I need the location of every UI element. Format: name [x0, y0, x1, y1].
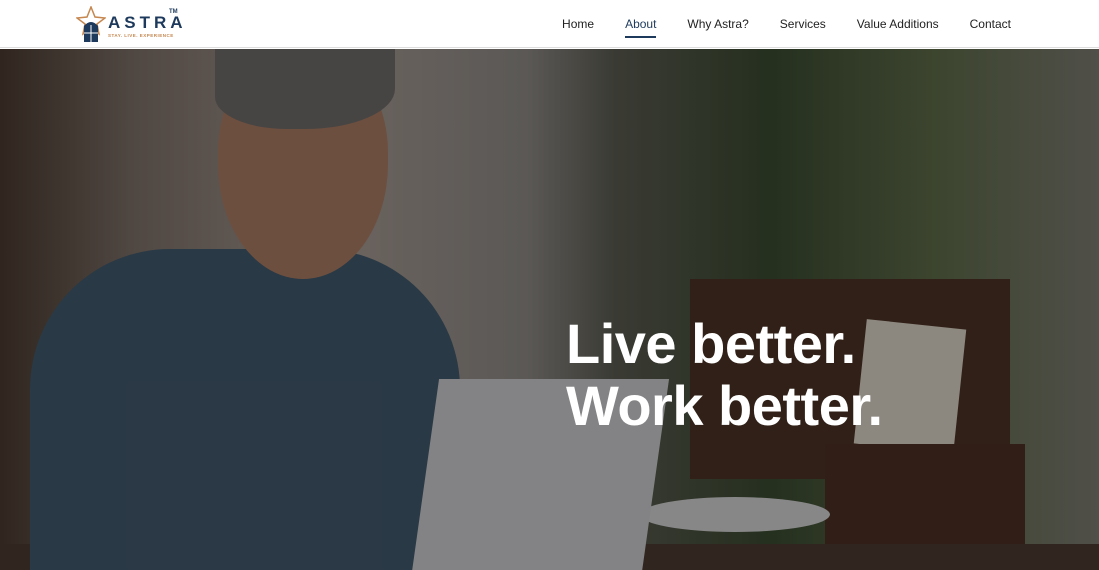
headline-line-1: Live better. — [566, 312, 856, 375]
nav-services[interactable]: Services — [780, 17, 826, 38]
star-house-icon — [75, 4, 107, 42]
logo-trademark: TM — [169, 9, 178, 15]
nav-why-astra[interactable]: Why Astra? — [687, 17, 748, 38]
logo-tagline: STAY. LIVE. EXPERIENCE — [108, 33, 174, 38]
nav-about[interactable]: About — [625, 17, 657, 38]
nav-home[interactable]: Home — [562, 17, 594, 38]
nav-value-additions[interactable]: Value Additions — [857, 17, 939, 38]
site-header: ASTRA TM STAY. LIVE. EXPERIENCE Home Abo… — [0, 0, 1099, 48]
nav-contact[interactable]: Contact — [970, 17, 1011, 38]
hero-headline: Live better. Work better. — [566, 313, 883, 437]
astra-logo[interactable]: ASTRA TM STAY. LIVE. EXPERIENCE — [75, 4, 187, 42]
headline-line-2: Work better. — [566, 374, 883, 437]
hero-overlay — [0, 49, 1099, 570]
main-nav: Home About Why Astra? Services Value Add… — [562, 17, 1011, 38]
hero-banner: Live better. Work better. — [0, 49, 1099, 570]
logo-wordmark: ASTRA — [108, 13, 187, 32]
